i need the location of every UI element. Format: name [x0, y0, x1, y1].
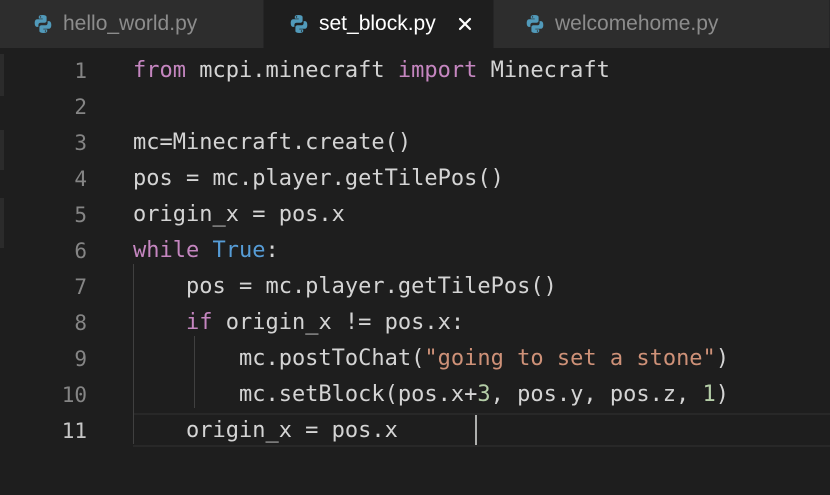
close-icon[interactable]	[458, 17, 472, 31]
tab-label: set_block.py	[319, 12, 436, 35]
code-line[interactable]: mc.postToChat("going to set a stone")	[133, 341, 729, 377]
code-line[interactable]: from mcpi.minecraft import Minecraft	[133, 53, 610, 89]
code-line[interactable]: mc=Minecraft.create()	[133, 125, 411, 161]
code-token: mc.setBlock(pos.x+	[133, 382, 478, 407]
code-token: , pos.y, pos.z,	[490, 382, 703, 407]
code-token: 3	[477, 382, 491, 407]
code-line[interactable]: if origin_x != pos.x:	[133, 305, 464, 341]
tab-welcomehome[interactable]: welcomehome.py	[494, 0, 830, 48]
code-token: mc.postToChat(	[133, 346, 425, 371]
tab-hello-world[interactable]: hello_world.py	[0, 0, 264, 48]
editor-tab-bar: hello_world.py set_block.py welcomehome.…	[0, 0, 830, 48]
code-lines[interactable]: from mcpi.minecraft import Minecraft mc=M…	[0, 48, 830, 495]
code-line[interactable]: while True:	[133, 233, 279, 269]
code-token: origin_x = pos.x	[133, 418, 398, 443]
code-line[interactable]: mc.setBlock(pos.x+3, pos.y, pos.z, 1)	[133, 377, 729, 413]
code-token: if	[185, 310, 213, 335]
code-token: :	[265, 238, 279, 263]
code-token: origin_x != pos.x:	[212, 310, 465, 335]
code-token: 1	[702, 382, 716, 407]
code-token: pos = mc.player.getTilePos()	[133, 274, 557, 299]
tab-set-block[interactable]: set_block.py	[264, 0, 494, 48]
python-icon	[290, 15, 308, 33]
code-line[interactable]: pos = mc.player.getTilePos()	[133, 161, 504, 197]
python-icon	[526, 15, 544, 33]
tab-label: hello_world.py	[63, 12, 198, 35]
code-line[interactable]: pos = mc.player.getTilePos()	[133, 269, 557, 305]
code-token: origin_x = pos.x	[133, 202, 345, 227]
code-token: mc=Minecraft.create()	[133, 130, 412, 155]
tab-label: welcomehome.py	[555, 12, 719, 35]
code-token: )	[715, 382, 730, 407]
code-token: Minecraft	[477, 58, 610, 83]
code-line[interactable]: origin_x = pos.x	[133, 197, 345, 233]
vscode-editor-window: hello_world.py set_block.py welcomehome.…	[0, 0, 830, 495]
code-token: True	[212, 238, 266, 263]
code-line[interactable]: origin_x = pos.x	[133, 413, 398, 449]
code-token: import	[397, 58, 478, 83]
code-token: while	[133, 238, 200, 263]
code-token: from	[133, 58, 186, 83]
code-token: "going to set a stone"	[424, 346, 716, 371]
code-token: mcpi.minecraft	[185, 58, 398, 83]
code-editor[interactable]: 1 2 3 4 5 6 7 8 9 10 11 from mcpi.minecraft import…	[0, 48, 830, 495]
code-token: pos = mc.player.getTilePos()	[133, 166, 504, 191]
code-token: )	[715, 346, 730, 371]
python-icon	[34, 15, 52, 33]
text-cursor	[475, 415, 477, 445]
